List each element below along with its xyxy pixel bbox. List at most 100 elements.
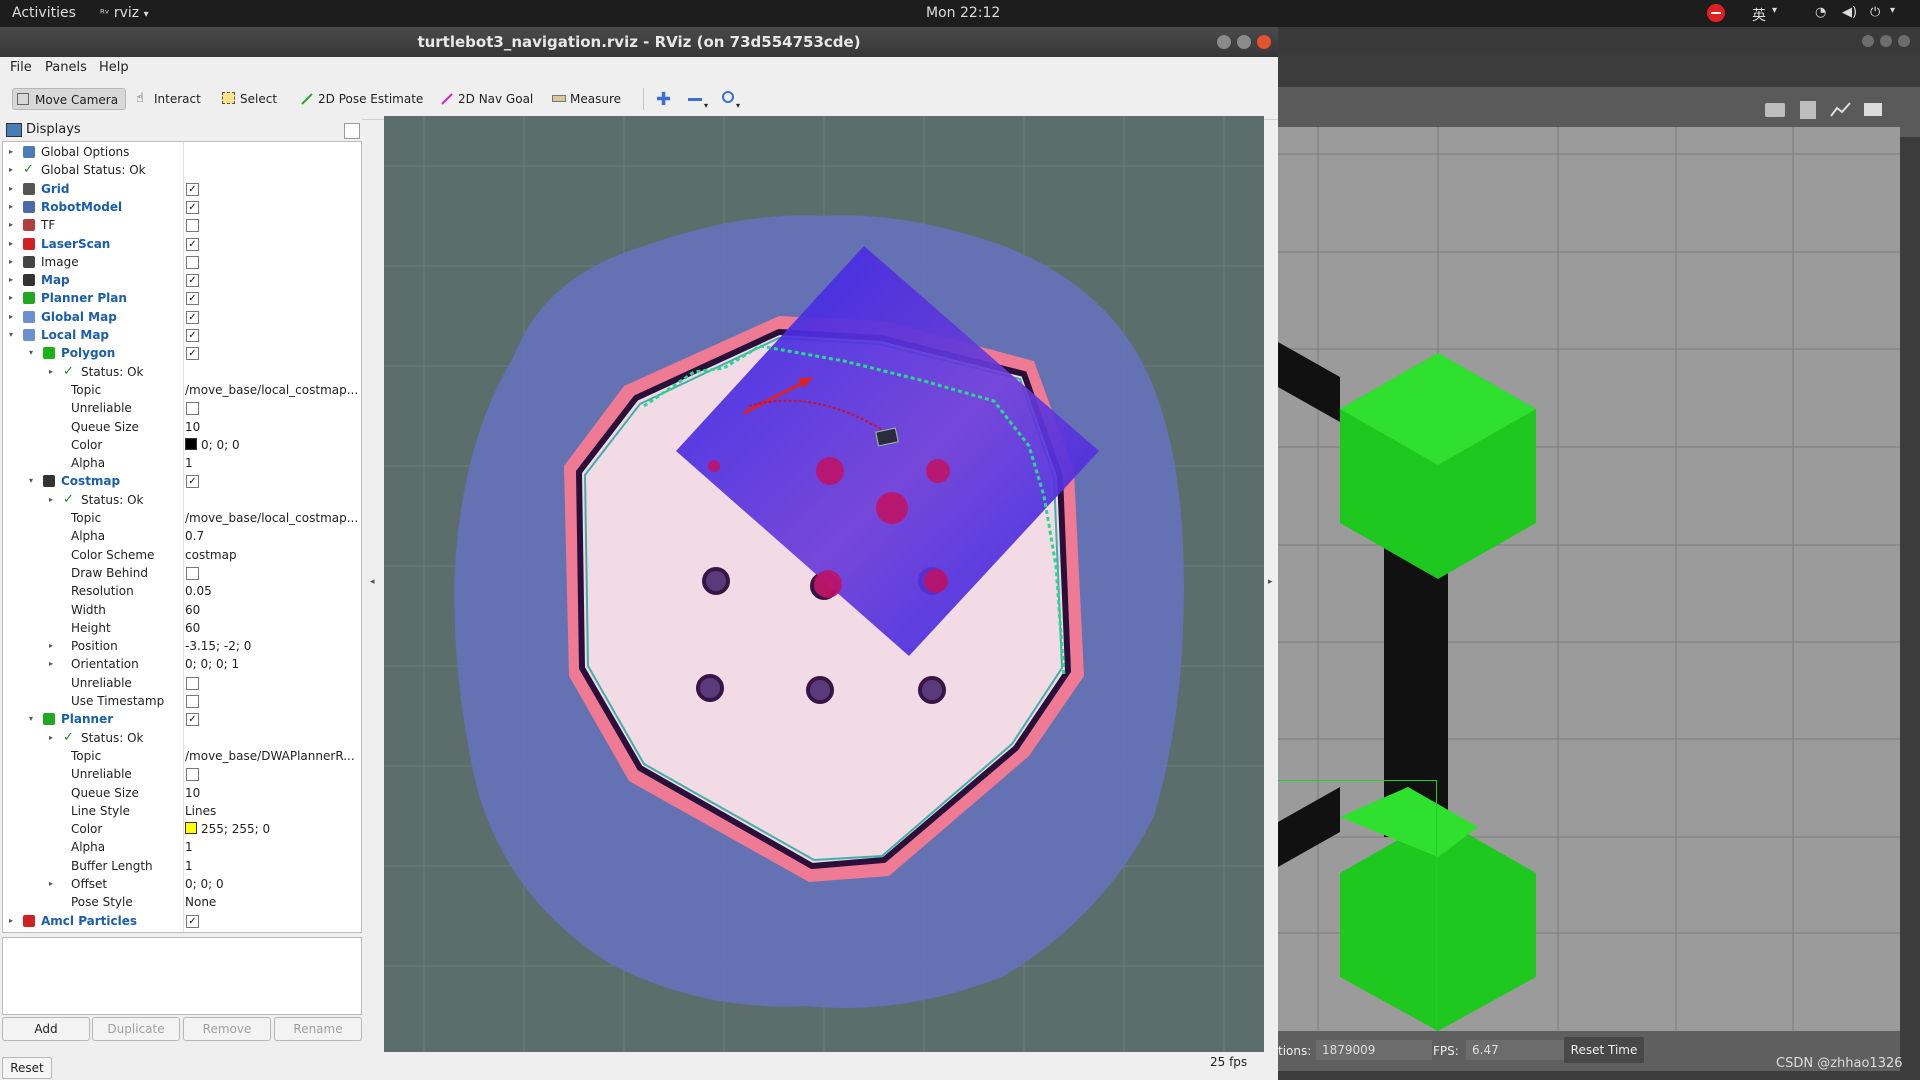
display-checkbox[interactable] bbox=[186, 695, 199, 708]
display-checkbox[interactable]: ✓ bbox=[186, 329, 199, 342]
property-value[interactable]: -3.15; -2; 0 bbox=[185, 637, 361, 655]
close-icon[interactable] bbox=[1257, 35, 1271, 49]
chevron-down-icon[interactable]: ▾ bbox=[736, 101, 740, 110]
display-row[interactable]: Buffer Length 1 bbox=[3, 857, 361, 875]
displays-tree[interactable]: ▸ Global Options ▸ ✓ Global Status: Ok ▸ Grid ✓… bbox=[2, 141, 362, 933]
eye-icon[interactable] bbox=[722, 91, 734, 103]
display-row[interactable]: Topic/move_base/local_costmap... bbox=[3, 509, 361, 527]
camera-icon[interactable] bbox=[1765, 103, 1785, 117]
pose-estimate-tool[interactable]: 2D Pose Estimate bbox=[300, 88, 423, 110]
display-row[interactable]: Draw Behind bbox=[3, 564, 361, 582]
display-row[interactable]: ▾ Polygon ✓ bbox=[3, 344, 361, 362]
add-button[interactable]: Add bbox=[2, 1017, 90, 1041]
minimize-icon[interactable] bbox=[1862, 35, 1874, 47]
collapse-arrow-icon[interactable]: ▸ bbox=[9, 216, 19, 234]
display-row[interactable]: ▸ TF bbox=[3, 216, 361, 234]
display-row[interactable]: Unreliable bbox=[3, 674, 361, 692]
collapse-arrow-icon[interactable]: ▸ bbox=[49, 655, 59, 673]
property-value[interactable]: 0; 0; 0 bbox=[185, 875, 361, 893]
property-value[interactable]: costmap bbox=[185, 546, 361, 564]
collapse-arrow-icon[interactable]: ▸ bbox=[9, 271, 19, 289]
collapse-arrow-icon[interactable]: ▸ bbox=[9, 161, 19, 179]
display-checkbox[interactable]: ✓ bbox=[186, 914, 199, 928]
simulator-3d-scene[interactable] bbox=[1278, 127, 1900, 1031]
display-row[interactable]: Unreliable bbox=[3, 399, 361, 417]
property-value[interactable]: 1 bbox=[185, 838, 361, 856]
display-row[interactable]: Alpha 1 bbox=[3, 454, 361, 472]
display-checkbox[interactable] bbox=[186, 566, 199, 580]
collapse-arrow-icon[interactable]: ▸ bbox=[9, 253, 19, 271]
property-value[interactable]: /move_base/local_costmap... bbox=[185, 509, 361, 527]
display-row[interactable]: ▾ Costmap ✓ bbox=[3, 472, 361, 490]
display-checkbox[interactable] bbox=[186, 255, 199, 269]
display-row[interactable]: ▸ Global Options bbox=[3, 143, 361, 161]
property-value[interactable]: 1 bbox=[185, 454, 361, 472]
collapse-arrow-icon[interactable]: ▸ bbox=[9, 235, 19, 253]
display-row[interactable]: Queue Size 10 bbox=[3, 784, 361, 802]
display-row[interactable]: ▸ ✓ Global Status: Ok bbox=[3, 161, 361, 179]
collapse-arrow-icon[interactable]: ▸ bbox=[49, 729, 59, 747]
collapse-arrow-icon[interactable]: ▸ bbox=[9, 308, 19, 326]
maximize-icon[interactable] bbox=[1237, 35, 1251, 49]
property-value[interactable]: /move_base/DWAPlannerR... bbox=[185, 747, 361, 765]
display-row[interactable]: ▸ Orientation 0; 0; 0; 1 bbox=[3, 655, 361, 673]
plus-icon[interactable]: ✚ bbox=[656, 89, 671, 110]
minimize-icon[interactable] bbox=[1217, 35, 1231, 49]
property-value[interactable]: 10 bbox=[185, 784, 361, 802]
property-value[interactable]: 0.7 bbox=[185, 527, 361, 545]
input-method[interactable]: 英 bbox=[1752, 5, 1766, 25]
display-row[interactable]: ▾ Local Map ✓ bbox=[3, 326, 361, 344]
display-row[interactable]: ▸ Planner Plan ✓ bbox=[3, 289, 361, 307]
volume-icon[interactable]: ◀) bbox=[1842, 5, 1857, 20]
property-value[interactable]: 0; 0; 0; 1 bbox=[185, 655, 361, 673]
display-checkbox[interactable] bbox=[186, 676, 199, 690]
expand-arrow-icon[interactable]: ▾ bbox=[29, 710, 39, 728]
display-row[interactable]: Color 255; 255; 0 bbox=[3, 820, 361, 838]
property-value[interactable]: Lines bbox=[185, 802, 361, 820]
display-checkbox[interactable]: ✓ bbox=[186, 292, 199, 306]
display-checkbox[interactable]: ✓ bbox=[186, 274, 199, 288]
display-checkbox[interactable]: ✓ bbox=[186, 310, 199, 324]
undock-button[interactable] bbox=[344, 123, 360, 139]
window-titlebar[interactable]: turtlebot3_navigation.rviz - RViz (on 73… bbox=[0, 27, 1278, 57]
reset-button[interactable]: Reset bbox=[2, 1057, 52, 1079]
collapse-arrow-icon[interactable]: ▸ bbox=[9, 180, 19, 198]
collapse-arrow-icon[interactable]: ▸ bbox=[49, 875, 59, 893]
property-value[interactable]: 60 bbox=[185, 601, 361, 619]
display-checkbox[interactable] bbox=[186, 768, 199, 782]
do-not-disturb-icon[interactable] bbox=[1707, 4, 1725, 22]
collapse-arrow-icon[interactable]: ▸ bbox=[9, 143, 19, 161]
video-icon[interactable] bbox=[1864, 103, 1882, 116]
close-icon[interactable] bbox=[1898, 35, 1910, 47]
property-value[interactable]: None bbox=[185, 893, 361, 911]
collapse-arrow-icon[interactable]: ▸ bbox=[9, 930, 19, 932]
display-row[interactable]: ▸ Map ✓ bbox=[3, 271, 361, 289]
chevron-down-icon[interactable]: ▾ bbox=[704, 101, 708, 110]
display-checkbox[interactable] bbox=[186, 402, 199, 416]
collapse-arrow-icon[interactable]: ▸ bbox=[49, 491, 59, 509]
collapse-arrow-icon[interactable]: ▸ bbox=[9, 912, 19, 930]
minus-icon[interactable] bbox=[688, 98, 702, 101]
display-row[interactable]: Queue Size 10 bbox=[3, 418, 361, 436]
property-value[interactable]: 0; 0; 0 bbox=[185, 436, 361, 454]
display-row[interactable]: ▸Goal✓ bbox=[3, 930, 361, 933]
plot-icon[interactable] bbox=[1830, 101, 1852, 119]
display-row[interactable]: ▸ LaserScan ✓ bbox=[3, 235, 361, 253]
display-row[interactable]: Alpha 0.7 bbox=[3, 527, 361, 545]
property-value[interactable]: 255; 255; 0 bbox=[185, 820, 361, 838]
collapse-right-icon[interactable]: ▸ bbox=[1268, 577, 1273, 587]
rename-button[interactable]: Rename bbox=[274, 1017, 362, 1041]
display-row[interactable]: ▸ RobotModel ✓ bbox=[3, 198, 361, 216]
display-checkbox[interactable]: ✓ bbox=[186, 347, 199, 361]
power-icon[interactable]: ⏻ bbox=[1870, 5, 1880, 20]
reset-time-button[interactable]: Reset Time bbox=[1564, 1037, 1644, 1063]
nav-goal-tool[interactable]: 2D Nav Goal bbox=[440, 88, 533, 110]
display-row[interactable]: ▾ Planner ✓ bbox=[3, 710, 361, 728]
display-row[interactable]: Resolution 0.05 bbox=[3, 582, 361, 600]
expand-arrow-icon[interactable]: ▾ bbox=[29, 472, 39, 490]
display-row[interactable]: ▸ Offset 0; 0; 0 bbox=[3, 875, 361, 893]
collapse-arrow-icon[interactable]: ▸ bbox=[49, 637, 59, 655]
display-row[interactable]: ▸ ✓ Status: Ok bbox=[3, 363, 361, 381]
display-row[interactable]: Height 60 bbox=[3, 619, 361, 637]
remove-button[interactable]: Remove bbox=[183, 1017, 271, 1041]
